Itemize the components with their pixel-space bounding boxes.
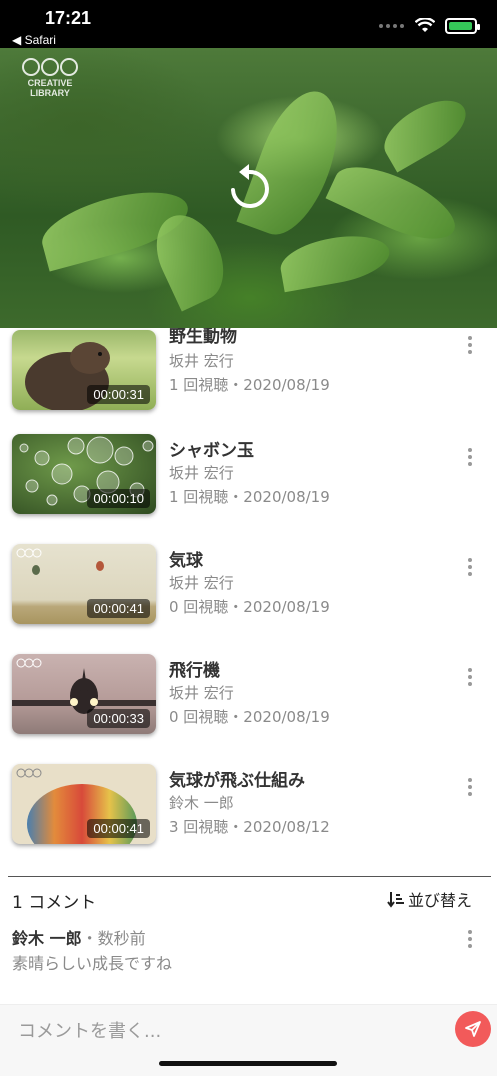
video-title[interactable]: 気球 [169,546,203,571]
more-options-icon[interactable] [465,334,475,356]
nhk-creative-library-logo: CREATIVE LIBRARY [22,58,78,98]
system-icons [379,18,480,34]
video-item[interactable]: 00:00:33 飛行機 坂井 宏行 0 回視聴・2020/08/19 [0,652,497,742]
more-options-icon[interactable] [465,776,475,798]
video-item[interactable]: 00:00:31 野生動物 坂井 宏行 1 回視聴・2020/08/19 [0,328,497,412]
comment-input[interactable] [18,1017,438,1045]
video-item[interactable]: 00:00:41 気球が飛ぶ仕組み 鈴木 一郎 3 回視聴・2020/08/12 [0,762,497,852]
comment-more-options-icon[interactable] [465,928,475,950]
video-title[interactable]: シャボン玉 [169,436,254,461]
sort-label: 並び替え [408,891,473,910]
thumbnail-bubbles[interactable]: 00:00:10 [12,434,156,514]
duration-badge: 00:00:10 [87,489,150,508]
video-author: 鈴木 一郎 [169,794,234,812]
video-title[interactable]: 野生動物 [169,328,237,347]
more-options-icon[interactable] [465,556,475,578]
video-item[interactable]: 00:00:10 シャボン玉 坂井 宏行 1 回視聴・2020/08/19 [0,432,497,522]
status-bar: 17:21 ◀ Safari [0,0,497,48]
comment-text: 素晴らしい成長ですね [12,954,173,973]
thumbnail-balloon-closeup[interactable]: 00:00:41 [12,764,156,844]
sort-button[interactable]: 並び替え [387,887,472,911]
video-author: 坂井 宏行 [169,574,234,592]
duration-badge: 00:00:41 [87,819,150,838]
send-button[interactable] [455,1011,491,1047]
thumbnail-airplane[interactable]: 00:00:33 [12,654,156,734]
video-meta: 3 回視聴・2020/08/12 [169,818,330,836]
video-meta: 0 回視聴・2020/08/19 [169,708,330,726]
video-title[interactable]: 飛行機 [169,656,220,681]
thumbnail-groundhog[interactable]: 00:00:31 [12,330,156,410]
divider [8,876,491,877]
video-item[interactable]: 00:00:41 気球 坂井 宏行 0 回視聴・2020/08/19 [0,542,497,632]
video-author: 坂井 宏行 [169,684,234,702]
duration-badge: 00:00:41 [87,599,150,618]
sort-icon [387,892,404,908]
replay-icon[interactable] [226,164,272,210]
video-meta: 0 回視聴・2020/08/19 [169,598,330,616]
video-meta: 1 回視聴・2020/08/19 [169,488,330,506]
signal-icon [379,22,405,30]
send-icon [465,1021,481,1037]
video-player[interactable]: CREATIVE LIBRARY [0,48,497,328]
thumbnail-balloons[interactable]: 00:00:41 [12,544,156,624]
video-author: 坂井 宏行 [169,464,234,482]
video-meta: 1 回視聴・2020/08/19 [169,376,330,394]
comment-count: 1 コメント [12,893,97,913]
duration-badge: 00:00:33 [87,709,150,728]
video-title[interactable]: 気球が飛ぶ仕組み [169,766,305,791]
comment-author: 鈴木 一郎・数秒前 [12,925,146,949]
battery-icon [445,18,480,34]
clock: 17:21 [45,8,92,28]
video-author: 坂井 宏行 [169,352,234,370]
more-options-icon[interactable] [465,666,475,688]
comment-time: ・数秒前 [81,929,146,948]
home-indicator [159,1061,337,1066]
duration-badge: 00:00:31 [87,385,150,404]
wifi-icon [415,18,435,32]
back-to-safari-link[interactable]: ◀ Safari [12,33,56,47]
video-list[interactable]: 00:00:31 野生動物 坂井 宏行 1 回視聴・2020/08/19 00:… [0,328,497,870]
more-options-icon[interactable] [465,446,475,468]
comment-author-name: 鈴木 一郎 [12,929,82,948]
